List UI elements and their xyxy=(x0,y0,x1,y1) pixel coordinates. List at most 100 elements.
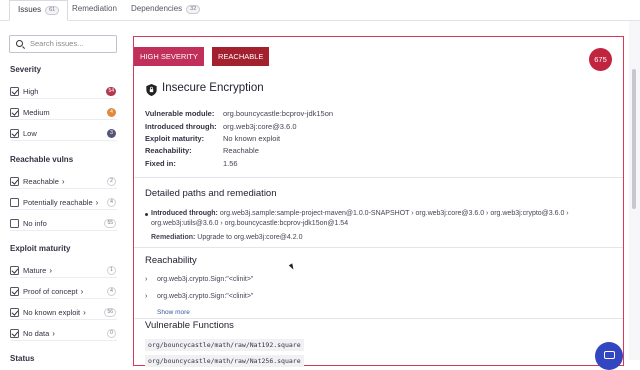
scrollbar[interactable] xyxy=(629,21,640,360)
filter-medium[interactable]: Medium 4 xyxy=(10,106,117,120)
filter-high[interactable]: High 54 xyxy=(10,85,117,99)
exploit-title: Exploit maturity xyxy=(10,244,71,253)
tab-remediation[interactable]: Remediation xyxy=(64,0,125,20)
status-title: Status xyxy=(10,354,35,363)
filter-label: No data › xyxy=(23,327,55,340)
filter-label: High xyxy=(23,87,39,96)
remediation: Remediation: Upgrade to org.web3j:core@4… xyxy=(151,234,302,241)
path-label: Introduced through: xyxy=(151,210,218,217)
meta-value: 1.56 xyxy=(223,159,238,168)
priority-score: 675 xyxy=(589,48,612,71)
meta-value: No known exploit xyxy=(223,134,281,143)
filter-label: No info xyxy=(23,219,47,228)
tab-dependencies[interactable]: Dependencies 32 xyxy=(123,0,208,20)
tab-issues-label: Issues xyxy=(18,5,42,14)
meta-value: Reachable xyxy=(223,146,259,155)
chat-button[interactable] xyxy=(595,342,623,370)
count-badge: 4 xyxy=(107,108,116,117)
divider xyxy=(134,177,623,178)
tab-bar: Issues 61 Remediation Dependencies 32 xyxy=(0,0,640,21)
tab-remediation-label: Remediation xyxy=(72,4,117,13)
filter-label-text: Potentially reachable xyxy=(23,198,93,207)
count-badge: 54 xyxy=(106,87,116,96)
count-badge: 3 xyxy=(107,129,116,138)
checkbox-high[interactable] xyxy=(10,87,19,96)
remediation-value: Upgrade to org.web3j:core@4.2.0 xyxy=(197,234,303,241)
tab-dependencies-label: Dependencies xyxy=(131,4,183,13)
filter-label: No known exploit › xyxy=(23,306,86,319)
filter-reachable[interactable]: Reachable › 2 xyxy=(10,175,117,189)
divider xyxy=(134,247,623,248)
meta-key: Introduced through: xyxy=(145,122,217,131)
reachability-item-text: org.web3j.crypto.Sign:"<clinit>" xyxy=(157,293,254,300)
search-input[interactable]: Search issues... xyxy=(9,35,117,53)
meta-key: Vulnerable module: xyxy=(145,109,215,118)
shield-lock-icon xyxy=(146,84,157,96)
reachability-item[interactable]: › org.web3j.crypto.Sign:"<clinit>" xyxy=(145,276,253,283)
filter-no-data[interactable]: No data › 0 xyxy=(10,327,117,341)
issue-card: HIGH SEVERITY REACHABLE 675 Insecure Enc… xyxy=(133,36,624,367)
filter-label: Mature › xyxy=(23,264,52,277)
reachable-title: Reachable vulns xyxy=(10,155,74,164)
meta-key: Exploit maturity: xyxy=(145,134,205,143)
tab-issues[interactable]: Issues 61 xyxy=(9,0,69,21)
filter-mature[interactable]: Mature › 1 xyxy=(10,264,117,278)
checkbox-reachable[interactable] xyxy=(10,177,19,186)
filter-sidebar: Search issues... Severity High 54 Medium… xyxy=(0,21,127,363)
meta-key: Fixed in: xyxy=(145,159,176,168)
issue-title: Insecure Encryption xyxy=(162,82,264,94)
chevron-right-icon[interactable]: › xyxy=(145,276,157,283)
chevron-right-icon[interactable]: › xyxy=(81,285,84,298)
chevron-right-icon[interactable]: › xyxy=(62,175,65,188)
checkbox-no-data[interactable] xyxy=(10,329,19,338)
checkbox-no-known-exploit[interactable] xyxy=(10,308,19,317)
checkbox-medium[interactable] xyxy=(10,108,19,117)
filter-label-text: Proof of concept xyxy=(23,287,78,296)
remediation-label: Remediation: xyxy=(151,234,196,241)
reachable-tag: REACHABLE xyxy=(212,47,270,66)
checkbox-proof-of-concept[interactable] xyxy=(10,287,19,296)
bullet xyxy=(145,213,148,216)
checkbox-mature[interactable] xyxy=(10,266,19,275)
paths-heading: Detailed paths and remediation xyxy=(145,188,277,199)
search-icon xyxy=(16,40,23,47)
tab-issues-count: 61 xyxy=(45,6,60,15)
vulnerable-function: org/bouncycastle/math/raw/Nat256.square xyxy=(145,355,304,367)
filter-label-text: Mature xyxy=(23,266,47,275)
divider xyxy=(134,318,623,319)
severity-tag: HIGH SEVERITY xyxy=(134,47,204,66)
count-badge: 1 xyxy=(107,266,116,275)
filter-label: Low xyxy=(23,129,37,138)
chevron-right-icon[interactable]: › xyxy=(83,306,86,319)
count-badge: 55 xyxy=(104,219,116,228)
reachability-item-text: org.web3j.crypto.Sign:"<clinit>" xyxy=(157,276,254,283)
scrollbar-thumb[interactable] xyxy=(632,69,636,209)
checkbox-potentially-reachable[interactable] xyxy=(10,198,19,207)
filter-label: Reachable › xyxy=(23,175,65,188)
severity-title: Severity xyxy=(10,65,42,74)
filter-label: Medium xyxy=(23,108,50,117)
show-more-link[interactable]: Show more xyxy=(157,309,190,316)
checkbox-low[interactable] xyxy=(10,129,19,138)
introduced-through-path: Introduced through: org.web3j.sample:sam… xyxy=(151,209,619,229)
chevron-right-icon[interactable]: › xyxy=(145,293,157,300)
filter-label-text: No data xyxy=(23,329,50,338)
reachability-item[interactable]: › org.web3j.crypto.Sign:"<clinit>" xyxy=(145,293,253,300)
count-badge: 4 xyxy=(107,287,116,296)
filter-no-info[interactable]: No info 55 xyxy=(10,217,117,231)
checkbox-no-info[interactable] xyxy=(10,219,19,228)
filter-potentially-reachable[interactable]: Potentially reachable › 4 xyxy=(10,196,117,210)
count-badge: 0 xyxy=(107,329,116,338)
chevron-right-icon[interactable]: › xyxy=(49,264,52,277)
filter-label-text: No known exploit xyxy=(23,308,81,317)
filter-no-known-exploit[interactable]: No known exploit › 56 xyxy=(10,306,117,320)
meta-value: org.bouncycastle:bcprov-jdk15on xyxy=(223,109,334,118)
chat-icon xyxy=(604,351,615,359)
filter-label: Proof of concept › xyxy=(23,285,83,298)
chevron-right-icon[interactable]: › xyxy=(52,327,55,340)
filter-low[interactable]: Low 3 xyxy=(10,127,117,141)
filter-proof-of-concept[interactable]: Proof of concept › 4 xyxy=(10,285,117,299)
search-placeholder: Search issues... xyxy=(30,39,84,48)
reachability-heading: Reachability xyxy=(145,255,197,266)
chevron-right-icon[interactable]: › xyxy=(96,196,99,209)
